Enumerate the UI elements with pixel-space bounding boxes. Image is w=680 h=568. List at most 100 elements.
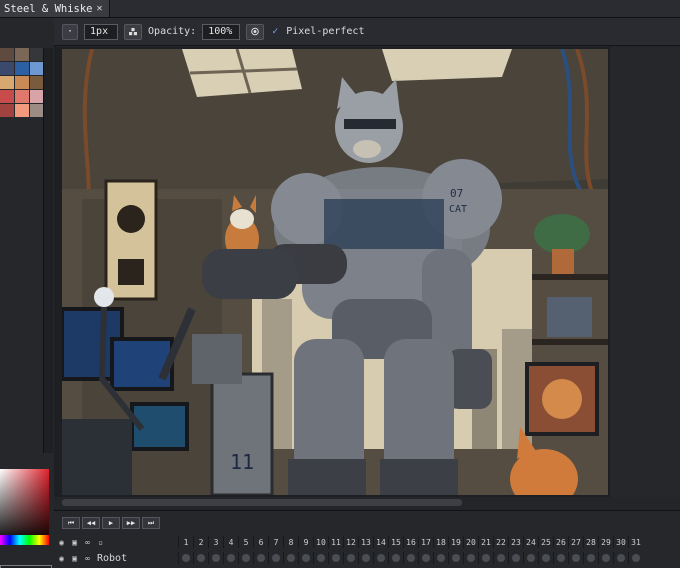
cel[interactable] — [523, 552, 538, 564]
brush-type-icon[interactable] — [124, 23, 143, 40]
cel[interactable] — [538, 552, 553, 564]
document-tab[interactable]: Steel & Whiske ✕ — [0, 0, 110, 17]
frame-number[interactable]: 11 — [328, 536, 343, 548]
close-icon[interactable]: ✕ — [97, 3, 103, 14]
palette-swatch[interactable] — [15, 104, 29, 117]
frame-number[interactable]: 24 — [523, 536, 538, 548]
palette-swatch[interactable] — [0, 48, 14, 61]
last-frame-button[interactable]: ⏭ — [142, 517, 160, 529]
cel[interactable] — [298, 552, 313, 564]
palette-swatch[interactable] — [30, 76, 44, 89]
palette-swatch[interactable] — [30, 104, 44, 117]
cel[interactable] — [193, 552, 208, 564]
sprite-canvas[interactable]: 11 07 CAT — [62, 49, 608, 495]
cel[interactable] — [628, 552, 643, 564]
frame-number[interactable]: 6 — [253, 536, 268, 548]
frame-number[interactable]: 23 — [508, 536, 523, 548]
link-icon[interactable]: ∞ — [82, 537, 93, 548]
horizontal-scrollbar[interactable] — [54, 497, 680, 509]
cel[interactable] — [493, 552, 508, 564]
frame-number[interactable]: 26 — [553, 536, 568, 548]
ink-mode-icon[interactable] — [246, 23, 265, 40]
palette-swatch[interactable] — [30, 48, 44, 61]
frame-number[interactable]: 17 — [418, 536, 433, 548]
lock-icon[interactable]: ▣ — [69, 537, 80, 548]
cel[interactable] — [478, 552, 493, 564]
cel[interactable] — [613, 552, 628, 564]
layer-lock-icon[interactable]: ▣ — [69, 553, 80, 564]
previous-frame-button[interactable]: ◀◀ — [82, 517, 100, 529]
layer-visibility-icon[interactable]: ◉ — [56, 553, 67, 564]
cel[interactable] — [328, 552, 343, 564]
palette-swatch[interactable] — [0, 104, 14, 117]
frame-number[interactable]: 27 — [568, 536, 583, 548]
visibility-icon[interactable]: ◉ — [56, 537, 67, 548]
play-button[interactable]: ▶ — [102, 517, 120, 529]
frame-number[interactable]: 7 — [268, 536, 283, 548]
pixel-perfect-checkbox[interactable]: ✓ — [270, 26, 280, 37]
palette-swatch[interactable] — [15, 62, 29, 75]
frame-number[interactable]: 16 — [403, 536, 418, 548]
cel[interactable] — [283, 552, 298, 564]
frame-number[interactable]: 3 — [208, 536, 223, 548]
first-frame-button[interactable]: ⏮ — [62, 517, 80, 529]
cel[interactable] — [388, 552, 403, 564]
cel[interactable] — [313, 552, 328, 564]
cel[interactable] — [553, 552, 568, 564]
layer-row-robot[interactable]: ◉ ▣ ∞ Robot — [54, 552, 680, 564]
frame-number[interactable]: 18 — [433, 536, 448, 548]
cel[interactable] — [583, 552, 598, 564]
frame-number[interactable]: 29 — [598, 536, 613, 548]
palette-swatch[interactable] — [30, 62, 44, 75]
canvas-area[interactable]: 11 07 CAT — [54, 47, 680, 509]
frame-number[interactable]: 5 — [238, 536, 253, 548]
palette-scrollbar[interactable] — [43, 48, 53, 453]
cel[interactable] — [433, 552, 448, 564]
cel[interactable] — [358, 552, 373, 564]
palette-swatch[interactable] — [15, 48, 29, 61]
frame-number[interactable]: 12 — [343, 536, 358, 548]
cel[interactable] — [223, 552, 238, 564]
cel[interactable] — [343, 552, 358, 564]
frame-number[interactable]: 4 — [223, 536, 238, 548]
frame-number[interactable]: 14 — [373, 536, 388, 548]
cel[interactable] — [268, 552, 283, 564]
layer-link-icon[interactable]: ∞ — [82, 553, 93, 564]
frame-number[interactable]: 28 — [583, 536, 598, 548]
palette-swatch[interactable] — [0, 76, 14, 89]
layer-name[interactable]: Robot — [97, 553, 127, 564]
frame-number[interactable]: 19 — [448, 536, 463, 548]
cel[interactable] — [598, 552, 613, 564]
palette-swatch[interactable] — [15, 76, 29, 89]
frame-number[interactable]: 31 — [628, 536, 643, 548]
frame-number[interactable]: 9 — [298, 536, 313, 548]
brush-size-field[interactable]: 1px — [84, 23, 119, 40]
cel[interactable] — [403, 552, 418, 564]
frame-number[interactable]: 22 — [493, 536, 508, 548]
frame-number[interactable]: 13 — [358, 536, 373, 548]
palette-swatch[interactable] — [30, 90, 44, 103]
opacity-field[interactable]: 100% — [202, 23, 241, 40]
next-frame-button[interactable]: ▶▶ — [122, 517, 140, 529]
frame-number[interactable]: 15 — [388, 536, 403, 548]
frame-number[interactable]: 8 — [283, 536, 298, 548]
layer-group-icon[interactable]: ▫ — [95, 537, 106, 548]
palette-swatch[interactable] — [0, 62, 14, 75]
brush-shape-button[interactable]: · — [62, 23, 79, 40]
hue-slider[interactable] — [0, 535, 49, 545]
cel[interactable] — [208, 552, 223, 564]
cel[interactable] — [178, 552, 193, 564]
frame-number[interactable]: 10 — [313, 536, 328, 548]
frame-number[interactable]: 21 — [478, 536, 493, 548]
color-saturation-field[interactable] — [0, 469, 49, 544]
palette-swatch[interactable] — [0, 90, 14, 103]
frame-number[interactable]: 30 — [613, 536, 628, 548]
cel[interactable] — [448, 552, 463, 564]
frame-number[interactable]: 1 — [178, 536, 193, 548]
cel[interactable] — [238, 552, 253, 564]
cel[interactable] — [418, 552, 433, 564]
horizontal-scroll-thumb[interactable] — [62, 499, 462, 506]
cel[interactable] — [253, 552, 268, 564]
cel[interactable] — [508, 552, 523, 564]
frame-number[interactable]: 25 — [538, 536, 553, 548]
